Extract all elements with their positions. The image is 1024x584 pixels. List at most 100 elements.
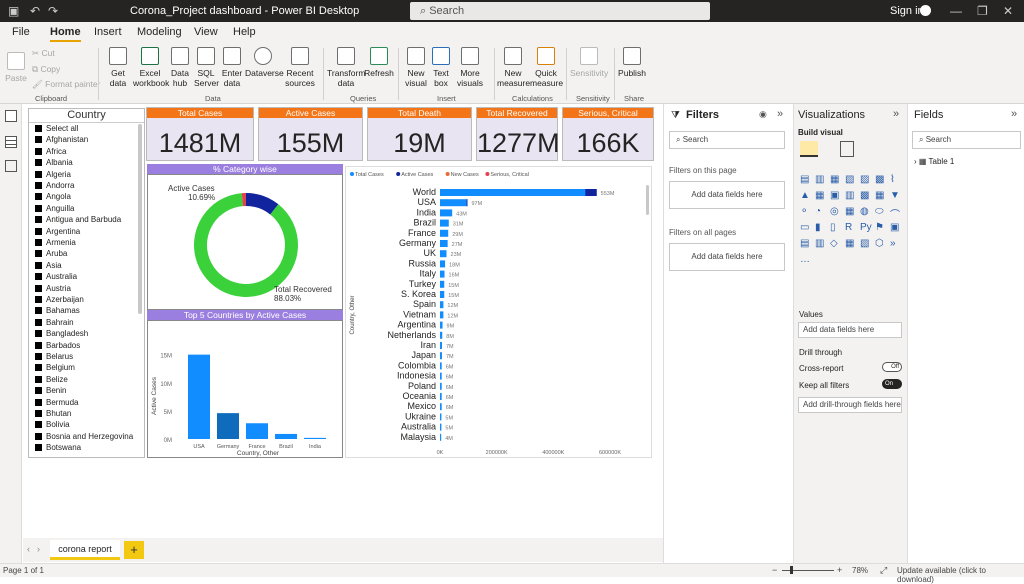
zoom-thumb[interactable]	[790, 566, 793, 574]
slicer-item[interactable]: Albania	[35, 158, 73, 167]
kpi-card[interactable]: Total Death 19M	[367, 107, 472, 161]
update-link[interactable]: Update available (click to download)	[897, 566, 1024, 584]
dataverse-button[interactable]: Dataverse	[245, 47, 284, 78]
bar-total-cases[interactable]	[440, 301, 444, 309]
zoom-out-icon[interactable]: −	[772, 565, 777, 575]
checkbox-icon[interactable]	[35, 398, 42, 406]
bar-total-cases[interactable]	[440, 321, 443, 329]
checkbox-icon[interactable]	[35, 125, 42, 132]
checkbox-icon[interactable]	[35, 353, 42, 360]
cross-report-toggle[interactable]: Off	[882, 362, 902, 372]
donut-slice[interactable]	[194, 193, 298, 297]
slicer-item[interactable]: Belgium	[35, 363, 75, 372]
legend-label[interactable]: New Cases	[451, 172, 479, 178]
legend-label[interactable]: Total Cases	[355, 172, 384, 178]
checkbox-icon[interactable]	[35, 170, 42, 178]
values-dropzone[interactable]: Add data fields here	[798, 322, 902, 338]
sign-in-link[interactable]: Sign in	[890, 5, 924, 17]
copy-button[interactable]: ⧉ Copy	[32, 64, 60, 74]
checkbox-icon[interactable]	[35, 341, 42, 349]
format-painter-button[interactable]: 🖌 Format painter	[32, 79, 100, 89]
excel-button[interactable]: Excel workbook	[133, 47, 169, 88]
checkbox-icon[interactable]	[35, 284, 42, 292]
visual-type-icon[interactable]: ⚑	[875, 222, 884, 233]
bar-total-cases[interactable]	[440, 270, 445, 278]
avatar-icon[interactable]	[920, 5, 931, 16]
bar-total-cases[interactable]	[440, 209, 453, 217]
checkbox-icon[interactable]	[35, 375, 42, 383]
slicer-item[interactable]: Argentina	[35, 227, 80, 236]
visual-type-icon[interactable]: ◔	[815, 206, 821, 217]
slicer-item[interactable]: Bahrain	[35, 318, 74, 327]
kpi-card[interactable]: Serious, Critical 166K	[562, 107, 654, 161]
visual-type-icon[interactable]: ▦	[815, 190, 824, 201]
add-page-button[interactable]: +	[124, 541, 144, 559]
visual-type-icon[interactable]: ▤	[800, 174, 809, 185]
slicer-item[interactable]: Anguilla	[35, 204, 74, 213]
bar-active-cases[interactable]	[466, 199, 468, 207]
checkbox-icon[interactable]	[35, 182, 42, 189]
bar-total-cases[interactable]	[440, 260, 446, 268]
checkbox-icon[interactable]	[35, 364, 42, 372]
slicer-item[interactable]: Belize	[35, 375, 68, 384]
bar[interactable]	[188, 354, 210, 439]
checkbox-icon[interactable]	[35, 250, 42, 258]
publish-button[interactable]: Publish	[618, 47, 646, 78]
tab-insert[interactable]: Insert	[94, 26, 122, 38]
top5-bar-chart[interactable]: 0M 5M 10M 15M Active Cases USA Germany France Br…	[147, 320, 343, 458]
visual-type-icon[interactable]: ⌇	[890, 174, 895, 185]
build-visual-icon[interactable]	[800, 141, 818, 157]
checkbox-icon[interactable]	[35, 193, 42, 201]
slicer-item[interactable]: Bangladesh	[35, 329, 88, 338]
filters-search-input[interactable]: ⌕ Search	[669, 131, 785, 149]
quick-measure-button[interactable]: Quick measure	[530, 47, 563, 88]
transform-data-button[interactable]: Transform data	[327, 47, 365, 88]
bar-total-cases[interactable]	[440, 229, 449, 237]
bar-total-cases[interactable]	[440, 342, 442, 349]
slicer-item[interactable]: Algeria	[35, 170, 71, 179]
sensitivity-button[interactable]: Sensitivity	[570, 47, 608, 78]
more-visuals-button[interactable]: More visuals	[454, 47, 486, 88]
bar[interactable]	[304, 437, 326, 439]
slicer-item[interactable]: Australia	[35, 272, 77, 281]
legend-label[interactable]: Serious, Critical	[490, 172, 529, 178]
visual-type-icon[interactable]: ▩	[860, 190, 869, 201]
sql-server-button[interactable]: SQL Server	[194, 47, 219, 88]
country-bar-chart[interactable]: Total Cases Active Cases New Cases Serious,…	[345, 166, 652, 458]
visual-type-icon[interactable]: ▦	[845, 206, 854, 217]
slicer-item[interactable]: Bolivia	[35, 420, 70, 429]
slicer-item[interactable]: Aruba	[35, 249, 67, 258]
slicer-scrollbar[interactable]	[138, 124, 142, 314]
save-icon[interactable]: ▣	[8, 4, 19, 18]
visual-type-icon[interactable]: ▨	[860, 174, 869, 185]
checkbox-icon[interactable]	[35, 307, 42, 315]
bar-total-cases[interactable]	[440, 331, 443, 339]
tab-modeling[interactable]: Modeling	[137, 26, 182, 38]
collapse-fields-icon[interactable]: »	[1011, 108, 1017, 120]
checkbox-icon[interactable]	[35, 410, 42, 417]
bar-total-cases[interactable]	[440, 393, 442, 400]
visual-type-icon[interactable]: ▮	[815, 222, 821, 233]
visual-type-icon[interactable]: ▥	[815, 238, 824, 249]
redo-icon[interactable]: ↷	[48, 4, 58, 18]
close-icon[interactable]: ✕	[1003, 4, 1013, 18]
visual-type-icon[interactable]: ▥	[845, 190, 854, 201]
data-hub-button[interactable]: Data hub	[168, 47, 192, 88]
undo-icon[interactable]: ↶	[30, 4, 40, 18]
checkbox-icon[interactable]	[35, 147, 42, 155]
filters-all-dropzone[interactable]: Add data fields here	[669, 243, 785, 271]
checkbox-icon[interactable]	[35, 330, 42, 338]
slicer-item[interactable]: Austria	[35, 284, 71, 293]
bar-total-cases[interactable]	[440, 240, 448, 247]
minimize-icon[interactable]: —	[950, 4, 962, 18]
slicer-item[interactable]: Benin	[35, 386, 66, 395]
slicer-item[interactable]: Andorra	[35, 181, 74, 190]
slicer-item[interactable]: Antigua and Barbuda	[35, 215, 121, 224]
bar-total-cases[interactable]	[440, 250, 447, 258]
donut-chart[interactable]: Active Cases 10.69% Total Recovered 88.0…	[147, 174, 343, 310]
bar-total-cases[interactable]	[440, 291, 445, 298]
checkbox-icon[interactable]	[35, 421, 42, 429]
bar[interactable]	[275, 433, 297, 439]
checkbox-icon[interactable]	[35, 239, 42, 246]
tab-corona-report[interactable]: corona report	[50, 540, 120, 560]
